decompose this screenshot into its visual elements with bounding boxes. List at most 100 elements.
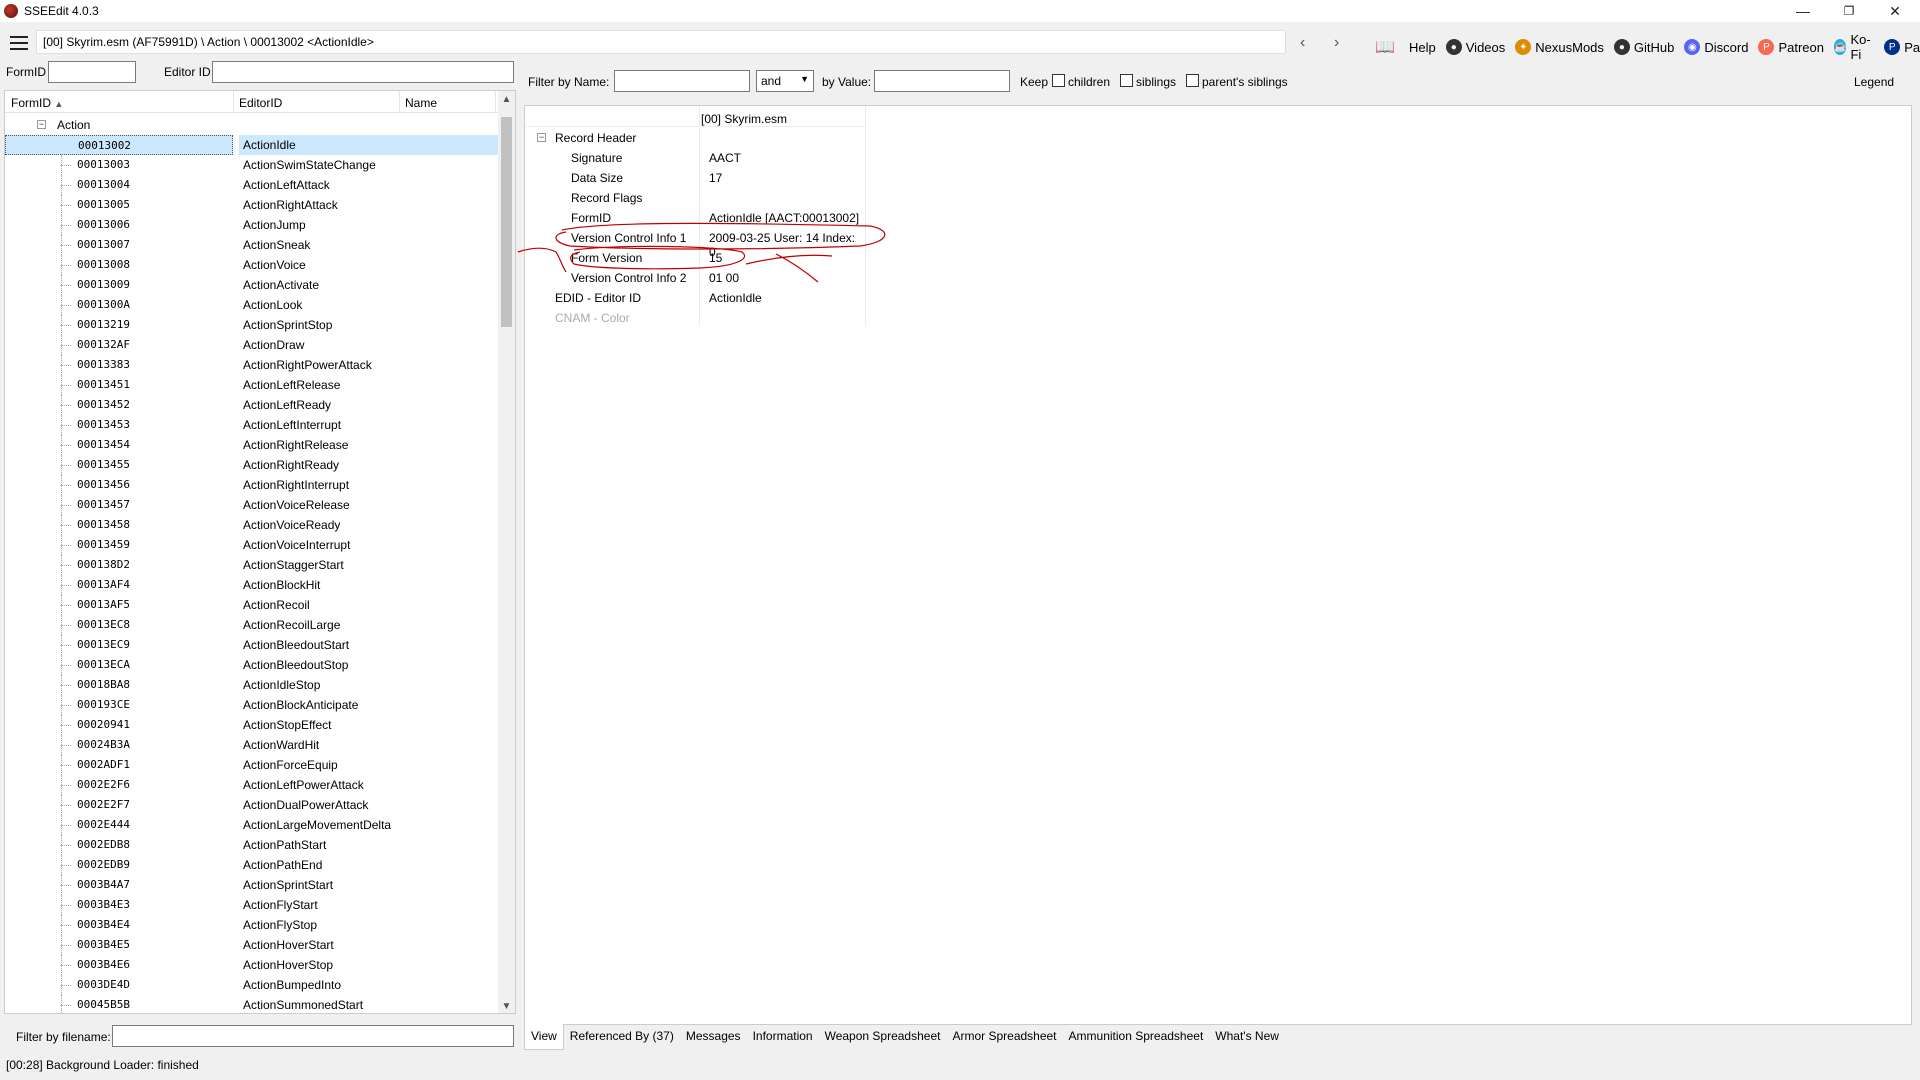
table-row[interactable]: 00013219 ActionSprintStop (5, 315, 499, 335)
table-row[interactable]: 00013EC9 ActionBleedoutStart (5, 635, 499, 655)
table-row[interactable]: 0003B4E6 ActionHoverStop (5, 955, 499, 975)
table-row[interactable]: 00013ECA ActionBleedoutStop (5, 655, 499, 675)
tab-ammunition-spreadsheet[interactable]: Ammunition Spreadsheet (1063, 1024, 1210, 1050)
formid-cell: 00013457 (77, 498, 130, 511)
link-paypal[interactable]: PPayPal (1884, 39, 1920, 55)
forward-arrow-icon[interactable]: › (1334, 34, 1339, 52)
table-row[interactable]: 00013007 ActionSneak (5, 235, 499, 255)
cnam-row[interactable]: CNAM - Color (525, 308, 865, 328)
tab-armor-spreadsheet[interactable]: Armor Spreadsheet (946, 1024, 1062, 1050)
formid-cell: 00013AF4 (77, 578, 130, 591)
field-row[interactable]: Signature AACT (525, 148, 865, 168)
collapse-icon[interactable]: − (537, 133, 546, 142)
tab-what-s-new[interactable]: What's New (1209, 1024, 1285, 1050)
table-row[interactable]: 0002EDB8 ActionPathStart (5, 835, 499, 855)
table-row[interactable]: 00013005 ActionRightAttack (5, 195, 499, 215)
tab-referenced-by-37[interactable]: Referenced By (37) (564, 1024, 680, 1050)
table-row[interactable]: 0002ADF1 ActionForceEquip (5, 755, 499, 775)
link-help[interactable]: 📖 Help (1365, 39, 1436, 56)
link-videos[interactable]: ● Videos (1445, 39, 1505, 55)
table-row[interactable]: 0002EDB9 ActionPathEnd (5, 855, 499, 875)
tab-information[interactable]: Information (747, 1024, 819, 1050)
table-row[interactable]: 0002E2F7 ActionDualPowerAttack (5, 795, 499, 815)
minimize-button[interactable]: — (1780, 0, 1826, 22)
back-arrow-icon[interactable]: ‹ (1300, 34, 1305, 52)
tree-group-action[interactable]: − Action (5, 115, 499, 135)
editorid-filter-input[interactable] (212, 61, 514, 83)
filter-name-input[interactable] (614, 70, 750, 92)
maximize-button[interactable]: ❐ (1826, 0, 1872, 22)
table-row[interactable]: 00013452 ActionLeftReady (5, 395, 499, 415)
filename-filter-input[interactable] (112, 1025, 514, 1047)
collapse-icon[interactable]: − (37, 120, 46, 129)
table-row[interactable]: 00013EC8 ActionRecoilLarge (5, 615, 499, 635)
table-row[interactable]: 0003B4E5 ActionHoverStart (5, 935, 499, 955)
col-name[interactable]: Name (405, 96, 437, 110)
patreon-icon: P (1758, 39, 1775, 55)
table-row[interactable]: 00013458 ActionVoiceReady (5, 515, 499, 535)
tree-scrollbar[interactable]: ▲ ▼ (498, 91, 515, 1013)
table-row[interactable]: 00013453 ActionLeftInterrupt (5, 415, 499, 435)
edid-row[interactable]: EDID - Editor ID ActionIdle (525, 288, 865, 308)
tab-messages[interactable]: Messages (680, 1024, 747, 1050)
tab-view[interactable]: View (524, 1024, 564, 1050)
edid-value: ActionIdle (709, 291, 762, 305)
record-header-row[interactable]: − Record Header (525, 128, 865, 148)
table-row[interactable]: 00024B3A ActionWardHit (5, 735, 499, 755)
table-row[interactable]: 00013AF4 ActionBlockHit (5, 575, 499, 595)
table-row[interactable]: 0003B4E3 ActionFlyStart (5, 895, 499, 915)
table-row[interactable]: 00013455 ActionRightReady (5, 455, 499, 475)
link-nexusmods[interactable]: ✦ NexusMods (1515, 39, 1604, 55)
table-row[interactable]: 0002E444 ActionLargeMovementDelta (5, 815, 499, 835)
children-checkbox[interactable] (1052, 74, 1065, 87)
field-row[interactable]: Data Size 17 (525, 168, 865, 188)
tab-weapon-spreadsheet[interactable]: Weapon Spreadsheet (819, 1024, 947, 1050)
field-row[interactable]: Form Version 15 (525, 248, 865, 268)
scroll-thumb[interactable] (501, 117, 512, 327)
table-row[interactable]: 00013459 ActionVoiceInterrupt (5, 535, 499, 555)
filter-value-input[interactable] (874, 70, 1010, 92)
parents-siblings-checkbox[interactable] (1186, 74, 1199, 87)
table-row[interactable]: 00018BA8 ActionIdleStop (5, 675, 499, 695)
close-button[interactable]: ✕ (1872, 0, 1918, 22)
logic-select[interactable]: and ▼ (756, 70, 814, 92)
scroll-down-icon[interactable]: ▼ (498, 998, 515, 1013)
table-row[interactable]: 00045B5B ActionSummonedStart (5, 995, 499, 1013)
table-row[interactable]: 000193CE ActionBlockAnticipate (5, 695, 499, 715)
table-row[interactable]: 00013AF5 ActionRecoil (5, 595, 499, 615)
table-row[interactable]: 00013456 ActionRightInterrupt (5, 475, 499, 495)
table-row[interactable]: 00013003 ActionSwimStateChange (5, 155, 499, 175)
table-row[interactable]: 00013383 ActionRightPowerAttack (5, 355, 499, 375)
table-row[interactable]: 00013457 ActionVoiceRelease (5, 495, 499, 515)
table-row[interactable]: 00013009 ActionActivate (5, 275, 499, 295)
table-row[interactable]: 00013006 ActionJump (5, 215, 499, 235)
formid-filter-input[interactable] (48, 61, 136, 83)
field-row[interactable]: Version Control Info 1 2009-03-25 User: 1… (525, 228, 865, 259)
link-discord[interactable]: ◉ Discord (1684, 39, 1748, 55)
table-row[interactable]: 00013002 ActionIdle (5, 135, 499, 155)
table-row[interactable]: 0002E2F6 ActionLeftPowerAttack (5, 775, 499, 795)
table-row[interactable]: 000138D2 ActionStaggerStart (5, 555, 499, 575)
table-row[interactable]: 0001300A ActionLook (5, 295, 499, 315)
table-row[interactable]: 0003B4A7 ActionSprintStart (5, 875, 499, 895)
field-row[interactable]: FormID ActionIdle [AACT:00013002] (525, 208, 865, 228)
table-row[interactable]: 0003B4E4 ActionFlyStop (5, 915, 499, 935)
table-row[interactable]: 00013454 ActionRightRelease (5, 435, 499, 455)
table-row[interactable]: 00013451 ActionLeftRelease (5, 375, 499, 395)
table-row[interactable]: 00020941 ActionStopEffect (5, 715, 499, 735)
col-formid[interactable]: FormID ▲ (11, 96, 63, 110)
scroll-up-icon[interactable]: ▲ (498, 91, 515, 108)
table-row[interactable]: 000132AF ActionDraw (5, 335, 499, 355)
link-github[interactable]: ● GitHub (1613, 39, 1674, 55)
record-path[interactable]: [00] Skyrim.esm (AF75991D) \ Action \ 00… (36, 30, 1286, 54)
table-row[interactable]: 00013008 ActionVoice (5, 255, 499, 275)
link-patreon[interactable]: P Patreon (1758, 39, 1824, 55)
field-row[interactable]: Version Control Info 2 01 00 (525, 268, 865, 288)
table-row[interactable]: 0003DE4D ActionBumpedInto (5, 975, 499, 995)
siblings-checkbox[interactable] (1120, 74, 1133, 87)
menu-icon[interactable] (10, 36, 28, 50)
col-editorid[interactable]: EditorID (239, 96, 282, 110)
table-row[interactable]: 00013004 ActionLeftAttack (5, 175, 499, 195)
field-row[interactable]: Record Flags (525, 188, 865, 208)
legend-button[interactable]: Legend (1854, 75, 1894, 89)
